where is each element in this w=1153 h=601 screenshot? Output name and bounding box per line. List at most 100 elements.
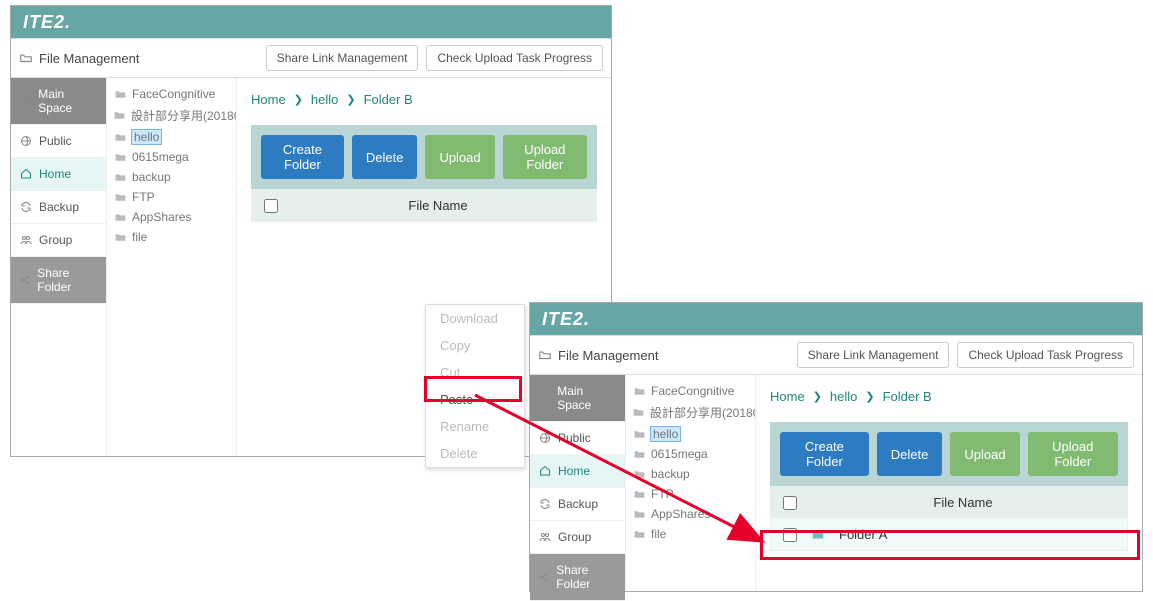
breadcrumb-link[interactable]: hello [311, 92, 338, 107]
titlebar: ITE2. [530, 303, 1142, 335]
context-menu-item-paste[interactable]: Paste [426, 386, 524, 413]
folder-icon [113, 170, 127, 184]
folder-icon [113, 150, 127, 164]
tree-item[interactable]: AppShares [111, 207, 232, 227]
share-link-management-button[interactable]: Share Link Management [266, 45, 419, 71]
folder-icon [632, 467, 646, 481]
file-table: File Name [251, 189, 597, 222]
upload-button[interactable]: Upload [425, 135, 494, 179]
context-menu-item-delete: Delete [426, 440, 524, 467]
tree-item[interactable]: hello [111, 127, 232, 147]
brand-logo: ITE2. [23, 12, 71, 33]
tree-item[interactable]: 0615mega [111, 147, 232, 167]
sidebar-item-backup[interactable]: Backup [530, 488, 625, 521]
column-header-filename: File Name [292, 198, 584, 213]
share-icon [538, 570, 550, 584]
create-folder-button[interactable]: Create Folder [261, 135, 344, 179]
tree-item[interactable]: file [630, 524, 751, 544]
brand-logo: ITE2. [542, 309, 590, 330]
check-upload-progress-button[interactable]: Check Upload Task Progress [426, 45, 603, 71]
context-menu-item-cut: Cut [426, 359, 524, 386]
sidebar-item-home[interactable]: Home [530, 455, 625, 488]
tree-item[interactable]: FaceCongnitive [630, 381, 751, 401]
context-menu-item-rename: Rename [426, 413, 524, 440]
sidebar-item-label: Backup [39, 200, 79, 214]
window-before: ITE2. File Management Share Link Managem… [10, 5, 612, 457]
folder-icon [113, 109, 126, 123]
folder-icon [113, 87, 127, 101]
tree-item[interactable]: FTP [630, 484, 751, 504]
sidebar-item-main-space[interactable]: Main Space [530, 375, 625, 422]
tree-item[interactable]: file [111, 227, 232, 247]
sidebar-item-label: Main Space [557, 384, 617, 412]
sidebar-item-backup[interactable]: Backup [11, 191, 106, 224]
tree-item[interactable]: 設計部分享用(201808 [111, 104, 232, 127]
breadcrumb: Home ❯ hello ❯ Folder B [770, 387, 1128, 422]
action-bar: Create Folder Delete Upload Upload Folde… [770, 422, 1128, 486]
main-panel: Home ❯ hello ❯ Folder B Create Folder De… [756, 375, 1142, 591]
sidebar: Main Space Public Home Backup Group Shar… [11, 78, 107, 456]
table-header: File Name [771, 487, 1127, 518]
top-toolbar: File Management Share Link Management Ch… [11, 38, 611, 78]
folder-icon [632, 487, 646, 501]
table-row[interactable]: Folder A [771, 518, 1127, 550]
select-all-checkbox[interactable] [783, 496, 797, 510]
select-all-checkbox[interactable] [264, 199, 278, 213]
chevron-right-icon: ❯ [294, 93, 303, 106]
breadcrumb-link[interactable]: hello [830, 389, 857, 404]
chevron-right-icon: ❯ [865, 390, 874, 403]
sidebar-item-share-folder[interactable]: Share Folder [11, 257, 106, 304]
context-menu-item-download: Download [426, 305, 524, 332]
tree-item[interactable]: backup [111, 167, 232, 187]
upload-folder-button[interactable]: Upload Folder [503, 135, 587, 179]
breadcrumb-link[interactable]: Folder B [364, 92, 413, 107]
folder-open-icon [19, 51, 33, 65]
breadcrumb-link[interactable]: Folder B [883, 389, 932, 404]
sidebar-item-public[interactable]: Public [11, 125, 106, 158]
tree-item[interactable]: backup [630, 464, 751, 484]
sidebar-item-label: Group [39, 233, 72, 247]
share-icon [19, 273, 31, 287]
top-toolbar: File Management Share Link Management Ch… [530, 335, 1142, 375]
folder-open-icon [538, 348, 552, 362]
check-upload-progress-button[interactable]: Check Upload Task Progress [957, 342, 1134, 368]
page-title: File Management [39, 51, 139, 66]
sidebar-item-label: Main Space [38, 87, 98, 115]
breadcrumb-link[interactable]: Home [770, 389, 805, 404]
upload-button[interactable]: Upload [950, 432, 1019, 476]
globe-icon [538, 431, 552, 445]
sidebar-item-label: Group [558, 530, 591, 544]
window-after: ITE2. File Management Share Link Managem… [529, 302, 1143, 592]
context-menu: Download Copy Cut Paste Rename Delete [425, 304, 525, 468]
folder-icon [632, 507, 646, 521]
sidebar-item-group[interactable]: Group [11, 224, 106, 257]
tree-item[interactable]: FTP [111, 187, 232, 207]
sidebar-item-main-space[interactable]: Main Space [11, 78, 106, 125]
titlebar: ITE2. [11, 6, 611, 38]
tree-item[interactable]: 設計部分享用(201808 [630, 401, 751, 424]
tree-item[interactable]: hello [630, 424, 751, 444]
refresh-icon [538, 497, 552, 511]
create-folder-button[interactable]: Create Folder [780, 432, 869, 476]
delete-button[interactable]: Delete [877, 432, 943, 476]
sidebar-item-group[interactable]: Group [530, 521, 625, 554]
tree-item[interactable]: FaceCongnitive [111, 84, 232, 104]
breadcrumb-link[interactable]: Home [251, 92, 286, 107]
row-checkbox[interactable] [783, 528, 797, 542]
upload-folder-button[interactable]: Upload Folder [1028, 432, 1118, 476]
file-name: Folder A [839, 527, 887, 542]
sidebar-item-label: Public [558, 431, 591, 445]
sidebar: Main Space Public Home Backup Group Shar… [530, 375, 626, 591]
tree-item[interactable]: 0615mega [630, 444, 751, 464]
sidebar-item-share-folder[interactable]: Share Folder [530, 554, 625, 601]
delete-button[interactable]: Delete [352, 135, 418, 179]
share-link-management-button[interactable]: Share Link Management [797, 342, 950, 368]
sidebar-item-public[interactable]: Public [530, 422, 625, 455]
group-icon [538, 530, 552, 544]
folder-tree: FaceCongnitive 設計部分享用(201808 hello 0615m… [107, 78, 237, 456]
tree-item[interactable]: AppShares [630, 504, 751, 524]
folder-icon [113, 230, 127, 244]
sidebar-item-home[interactable]: Home [11, 158, 106, 191]
folder-icon [113, 190, 127, 204]
folder-icon [632, 447, 646, 461]
